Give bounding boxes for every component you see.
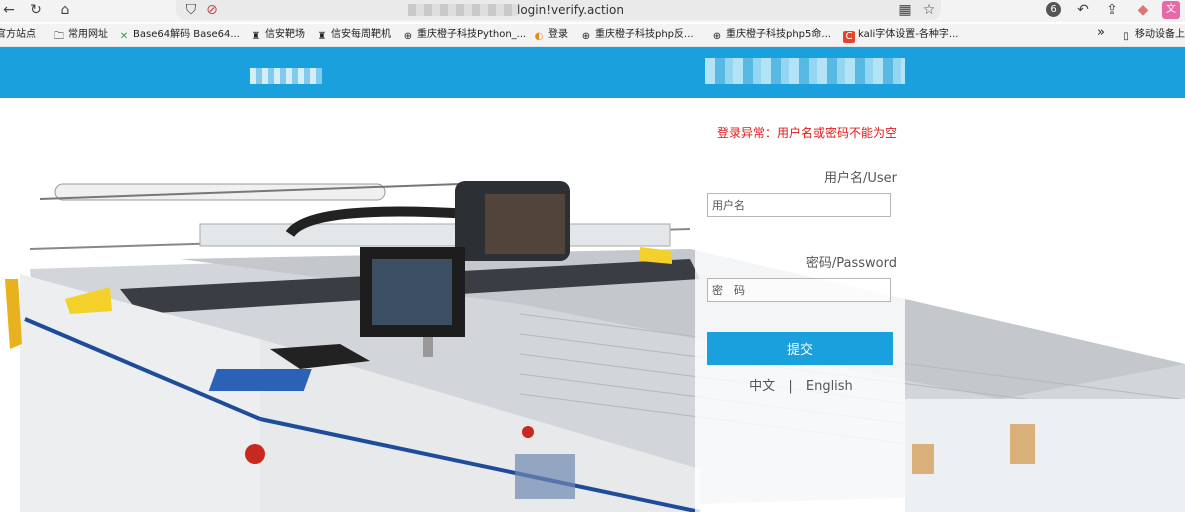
- globe-icon: ⊕: [403, 31, 413, 42]
- back-arrow-icon[interactable]: ←: [0, 1, 18, 19]
- bookmark-item[interactable]: ◐ 登录: [533, 27, 568, 43]
- username-label: 用户名/User: [823, 171, 897, 186]
- cutting-machine-image: [5, 181, 1185, 512]
- lang-en-link[interactable]: English: [806, 379, 853, 394]
- bookmark-item[interactable]: 官方站点: [0, 27, 36, 43]
- language-switcher: 中文 | English: [705, 375, 897, 394]
- target-icon: ♜: [251, 31, 261, 42]
- bookmark-item[interactable]: ✕ Base64解码 Base64...: [118, 27, 240, 43]
- password-input[interactable]: [707, 278, 891, 302]
- shield-icon[interactable]: ⛉: [182, 1, 200, 19]
- mobile-icon: ▯: [1123, 31, 1129, 42]
- lang-zh-link[interactable]: 中文: [749, 375, 775, 394]
- address-bar[interactable]: ⛉ ⊘ login!verify.action ▦ ☆: [176, 0, 941, 20]
- lock-warning-icon[interactable]: ⊘: [203, 1, 221, 19]
- site-title-redacted: [705, 58, 905, 84]
- tab-count-badge[interactable]: 6: [1046, 2, 1061, 17]
- folder-icon: 🗀: [54, 31, 64, 42]
- translate-icon[interactable]: 文: [1162, 1, 1180, 19]
- base64-icon: ✕: [119, 31, 129, 42]
- target-icon: ♜: [317, 31, 327, 42]
- site-logo-redacted: [250, 68, 322, 84]
- url-text[interactable]: login!verify.action: [517, 1, 624, 19]
- password-label: 密码/Password: [805, 256, 897, 271]
- bookmark-item[interactable]: ▯移动设备上的: [1120, 27, 1185, 43]
- bookmark-item[interactable]: ⊕ 重庆橙子科技Python_...: [402, 27, 526, 43]
- bookmarks-more[interactable]: »: [1097, 25, 1105, 41]
- c-icon: C: [843, 31, 855, 43]
- bookmark-item[interactable]: ♜ 信安靶场: [250, 27, 305, 43]
- bookmarks-bar: 官方站点 🗀 常用网址 ✕ Base64解码 Base64... ♜ 信安靶场 ♜ 信安…: [0, 24, 1185, 47]
- submit-button[interactable]: 提交: [707, 332, 893, 365]
- bookmark-item[interactable]: ⊕ 重庆橙子科技php5命...: [711, 27, 831, 43]
- qr-code-icon[interactable]: ▦: [896, 1, 914, 19]
- bookmark-item[interactable]: ♜ 信安每周靶机: [316, 27, 391, 43]
- globe-icon: ⊕: [581, 31, 591, 42]
- extension-icon[interactable]: ◆: [1134, 1, 1152, 19]
- home-icon[interactable]: ⌂: [56, 1, 74, 19]
- refresh-icon[interactable]: ↻: [27, 1, 45, 19]
- undo-icon[interactable]: ↶: [1074, 1, 1092, 19]
- globe-icon: ⊕: [712, 31, 722, 42]
- url-redacted: [408, 4, 518, 16]
- bookmark-item[interactable]: Ckali字体设置-各种字...: [843, 27, 958, 43]
- login-panel: [695, 99, 905, 512]
- bookmark-item[interactable]: ⊕ 重庆橙子科技php反...: [580, 27, 694, 43]
- username-input[interactable]: [707, 193, 891, 217]
- lang-separator: |: [788, 379, 793, 394]
- browser-toolbar: ← ↻ ⌂ ⛉ ⊘ login!verify.action ▦ ☆ 6 ↶ ⇪ …: [0, 0, 1185, 22]
- share-icon[interactable]: ⇪: [1103, 1, 1121, 19]
- login-icon: ◐: [534, 31, 544, 42]
- bookmark-item[interactable]: 🗀 常用网址: [53, 27, 108, 43]
- login-error-message: 登录异常：用户名或密码不能为空: [716, 126, 897, 140]
- star-icon[interactable]: ☆: [920, 1, 938, 19]
- site-header: [0, 47, 1185, 98]
